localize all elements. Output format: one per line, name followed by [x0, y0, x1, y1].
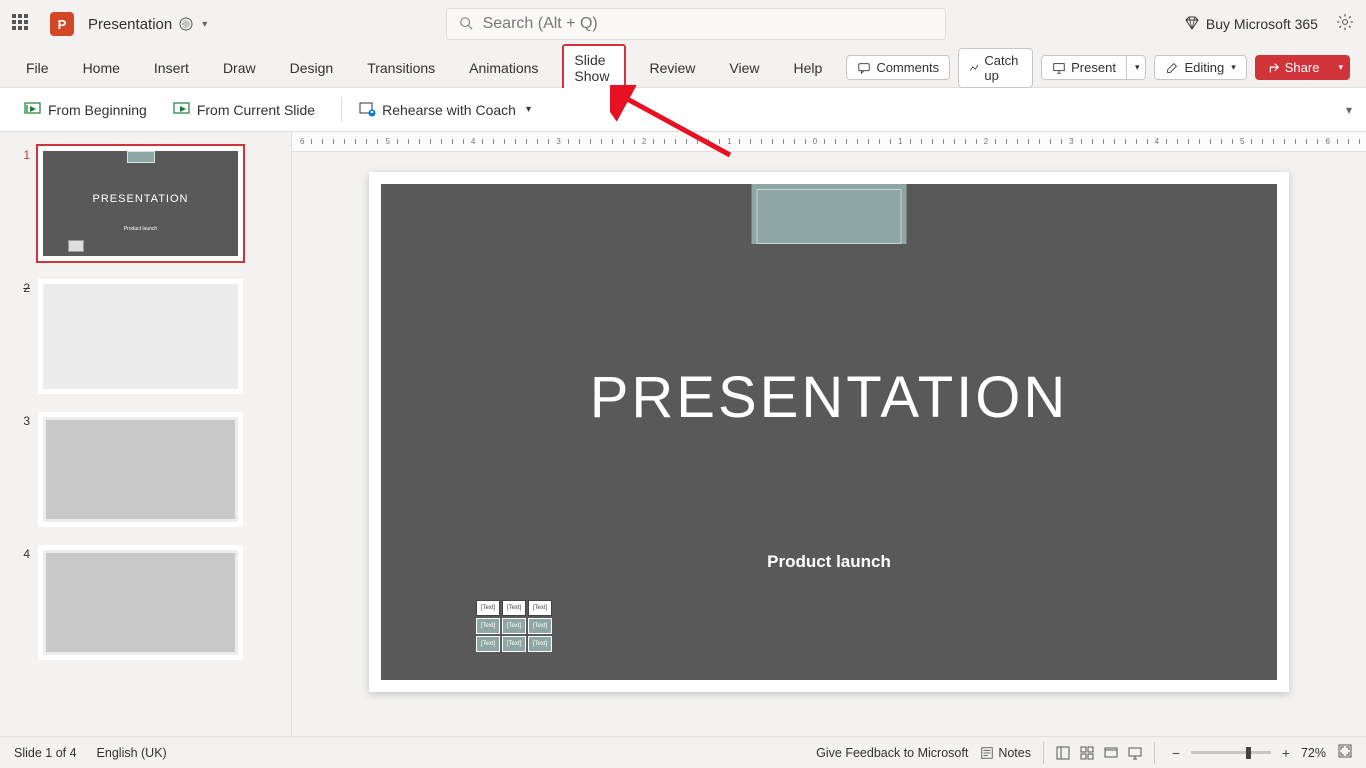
share-button[interactable]: Share: [1255, 55, 1331, 80]
document-title[interactable]: Presentation: [88, 16, 172, 33]
tab-design[interactable]: Design: [280, 54, 344, 82]
tab-slideshow[interactable]: Slide Show: [562, 44, 625, 92]
editor-area: 6543210123456 PRESENTATION Product launc…: [292, 132, 1366, 736]
ribbon-collapse-icon[interactable]: ▾: [1346, 103, 1352, 117]
zoom-slider[interactable]: [1191, 751, 1271, 754]
slideshow-view-button[interactable]: [1124, 742, 1146, 764]
chevron-down-icon: ▾: [1231, 62, 1236, 73]
search-input[interactable]: Search (Alt + Q): [446, 8, 946, 40]
notes-button[interactable]: Notes: [980, 746, 1031, 760]
pencil-icon: [1165, 61, 1179, 75]
comments-button[interactable]: Comments: [846, 55, 950, 80]
chevron-down-icon: ▾: [1135, 62, 1140, 73]
tab-help[interactable]: Help: [784, 54, 833, 82]
sorter-view-button[interactable]: [1076, 742, 1098, 764]
thumb-number: 4: [14, 545, 30, 561]
zoom-in-button[interactable]: +: [1277, 744, 1295, 762]
powerpoint-icon: P: [50, 12, 74, 36]
tab-draw[interactable]: Draw: [213, 54, 266, 82]
zoom-out-button[interactable]: −: [1167, 744, 1185, 762]
share-icon: [1266, 61, 1280, 75]
slide-title[interactable]: PRESENTATION: [381, 364, 1277, 431]
app-launcher-icon[interactable]: [12, 14, 32, 34]
tab-transitions[interactable]: Transitions: [357, 54, 445, 82]
catchup-button[interactable]: Catch up: [958, 48, 1033, 88]
from-beginning-button[interactable]: From Beginning: [16, 96, 155, 124]
buy-microsoft-link[interactable]: Buy Microsoft 365: [1184, 15, 1318, 34]
ribbon-content: From Beginning From Current Slide Rehear…: [0, 88, 1366, 132]
present-icon: [1052, 61, 1066, 75]
present-dropdown[interactable]: ▾: [1127, 55, 1147, 80]
thumb-number: 1: [14, 146, 30, 162]
sensitivity-icon[interactable]: [178, 16, 194, 32]
workarea: 1 PRESENTATION Product launch 2 3 4 ◂ 65…: [0, 132, 1366, 736]
title-bar: P Presentation ▾ Search (Alt + Q) Buy Mi…: [0, 0, 1366, 48]
zoom-control: − + 72%: [1167, 744, 1326, 762]
thumbnail-slide-4[interactable]: [38, 545, 243, 660]
slide[interactable]: PRESENTATION Product launch [Text] [Text…: [369, 172, 1289, 692]
share-dropdown[interactable]: ▾: [1330, 55, 1350, 80]
rehearse-icon: [358, 101, 376, 119]
ribbon-tabs: File Home Insert Draw Design Transitions…: [0, 48, 1366, 88]
thumbnail-slide-1[interactable]: PRESENTATION Product launch: [38, 146, 243, 261]
present-button[interactable]: Present: [1041, 55, 1127, 80]
from-beginning-icon: [24, 101, 42, 119]
search-placeholder: Search (Alt + Q): [483, 15, 598, 33]
from-current-icon: [173, 101, 191, 119]
reading-view-button[interactable]: [1100, 742, 1122, 764]
status-bar: Slide 1 of 4 English (UK) Give Feedback …: [0, 736, 1366, 768]
tab-animations[interactable]: Animations: [459, 54, 548, 82]
zoom-level[interactable]: 72%: [1301, 746, 1326, 760]
normal-view-button[interactable]: [1052, 742, 1074, 764]
tab-review[interactable]: Review: [640, 54, 706, 82]
fit-to-window-button[interactable]: [1338, 744, 1352, 761]
rehearse-button[interactable]: Rehearse with Coach ▾: [350, 96, 539, 124]
diamond-icon: [1184, 15, 1200, 34]
separator: [341, 98, 342, 122]
tab-home[interactable]: Home: [73, 54, 130, 82]
notes-icon: [980, 746, 994, 760]
thumbnail-slide-3[interactable]: [38, 412, 243, 527]
tab-view[interactable]: View: [719, 54, 769, 82]
slide-canvas[interactable]: PRESENTATION Product launch [Text] [Text…: [292, 152, 1366, 736]
tab-file[interactable]: File: [16, 54, 59, 82]
slide-decoration-tab: [752, 184, 907, 244]
from-current-button[interactable]: From Current Slide: [165, 96, 323, 124]
slide-indicator[interactable]: Slide 1 of 4: [14, 746, 77, 760]
thumb-number: 3: [14, 412, 30, 428]
catchup-icon: [969, 61, 979, 75]
vertical-ruler: [266, 132, 292, 736]
chevron-down-icon: ▾: [526, 104, 531, 115]
thumb-number: 2: [14, 279, 30, 295]
horizontal-ruler: 6543210123456: [292, 132, 1366, 152]
slide-smartart[interactable]: [Text] [Text] [Text] [Text] [Text] [Text…: [476, 600, 552, 652]
search-icon: [459, 16, 473, 33]
thumbnail-panel: 1 PRESENTATION Product launch 2 3 4: [0, 132, 266, 736]
chevron-down-icon: ▾: [1338, 62, 1343, 73]
comments-icon: [857, 61, 871, 75]
settings-icon[interactable]: [1336, 13, 1354, 36]
editing-button[interactable]: Editing ▾: [1154, 55, 1246, 80]
feedback-link[interactable]: Give Feedback to Microsoft: [816, 746, 968, 760]
language-indicator[interactable]: English (UK): [97, 746, 167, 760]
title-dropdown-icon[interactable]: ▾: [202, 19, 207, 30]
slide-subtitle[interactable]: Product launch: [381, 552, 1277, 572]
thumbnail-slide-2[interactable]: [38, 279, 243, 394]
tab-insert[interactable]: Insert: [144, 54, 199, 82]
